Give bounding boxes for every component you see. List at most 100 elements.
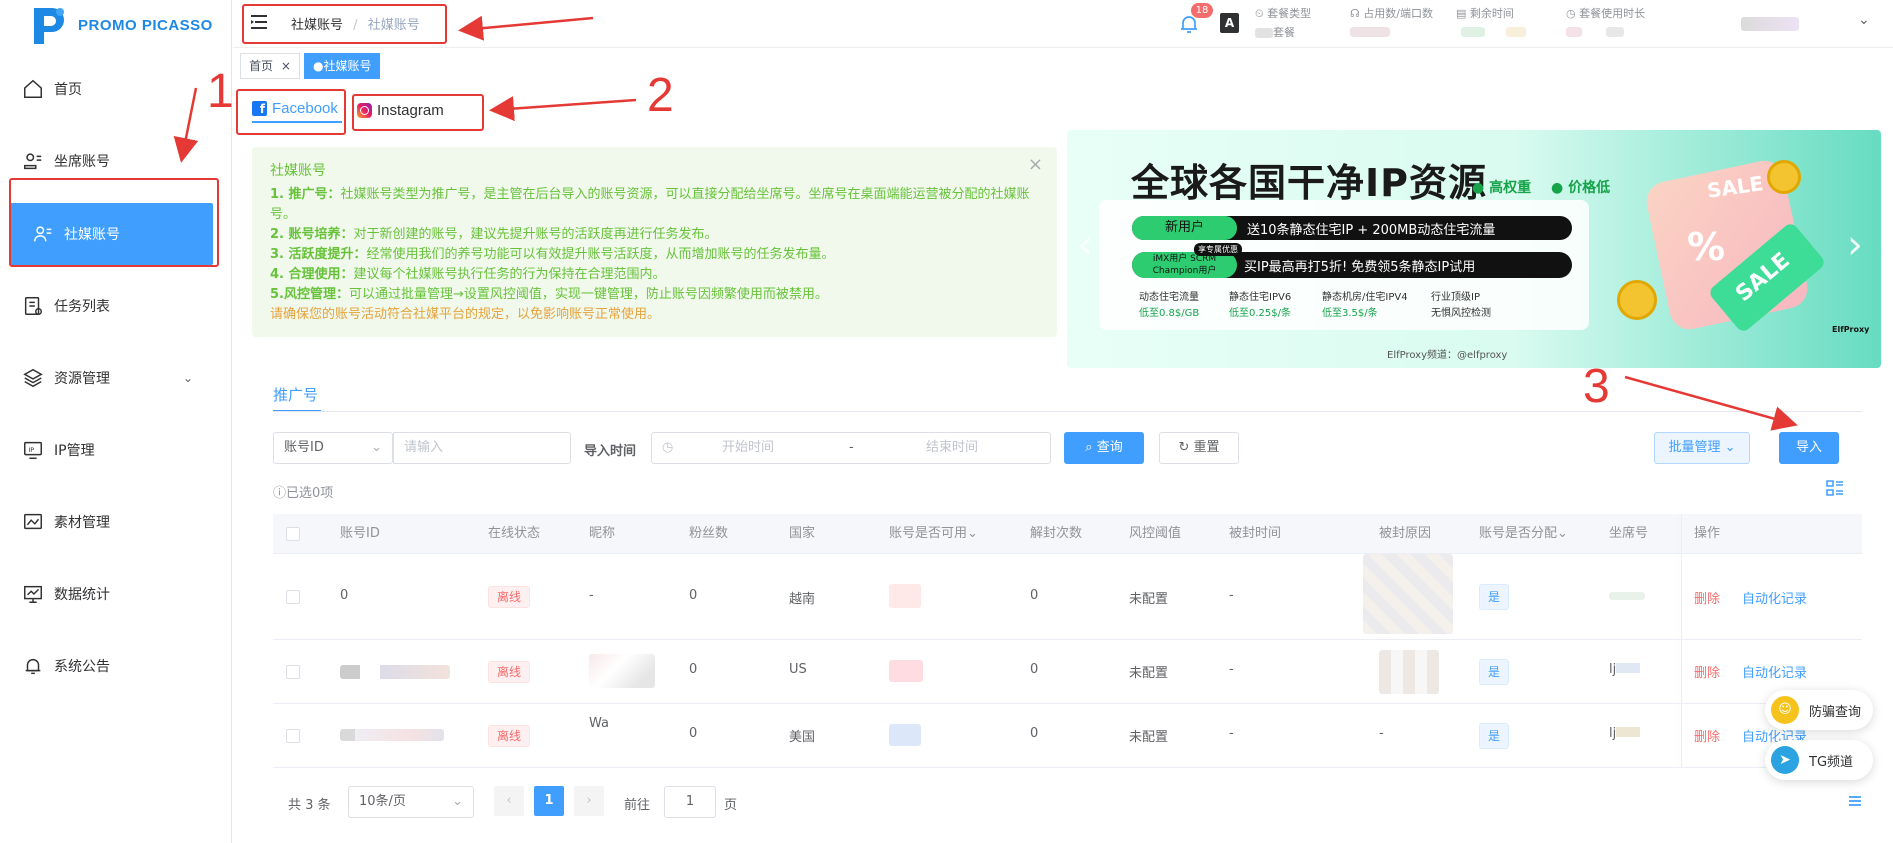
notice-line: 3. 活跃度提升：经常使用我们的养号功能可以有效提升账号活跃度，从而增加账号的任… (270, 247, 835, 262)
risk-threshold: 未配置 (1129, 730, 1169, 745)
import-time-label: 导入时间 (584, 444, 637, 459)
field-select[interactable]: 账号ID ⌄ (273, 432, 393, 464)
column-header-sortable[interactable]: 账号是否分配⌄ (1479, 514, 1568, 554)
reset-button[interactable]: ↻ 重置 (1159, 432, 1239, 464)
column-header: 解封次数 (1030, 526, 1083, 541)
sidebar-item-tasks[interactable]: 任务列表 (0, 275, 231, 337)
user-avatar[interactable] (1741, 17, 1799, 31)
chevron-down-icon: ⌄ (1724, 440, 1736, 455)
automation-log-link[interactable]: 自动化记录 (1742, 588, 1807, 607)
next-page-icon[interactable]: › (574, 786, 604, 816)
notice-warning: 请确保您的账号活动符合社媒平台的规定，以免影响账号正常使用。 (270, 307, 661, 322)
sidebar-item-label: 素材管理 (54, 515, 110, 531)
ban-reason (1379, 650, 1439, 694)
import-button[interactable]: 导入 (1779, 432, 1839, 464)
start-date-field[interactable]: 开始时间 (722, 433, 774, 463)
column-settings-icon[interactable] (1826, 479, 1844, 497)
tg-channel-button[interactable]: ➤ TG频道 (1765, 740, 1873, 780)
end-date-field[interactable]: 结束时间 (926, 433, 978, 463)
automation-log-link[interactable]: 自动化记录 (1742, 662, 1807, 681)
anti-fraud-button[interactable]: ☺ 防骗查询 (1765, 690, 1873, 730)
stat-label: 剩余时间 (1469, 7, 1514, 20)
select-value: 10条/页 (359, 794, 406, 809)
page-number-current[interactable]: 1 (534, 786, 564, 816)
close-icon[interactable]: × (281, 59, 291, 73)
calendar-icon: ▤ (1456, 7, 1467, 20)
seat-account-icon (24, 153, 42, 170)
fans-count: 0 (689, 588, 698, 603)
translate-icon[interactable]: A (1220, 13, 1239, 33)
chevron-down-icon: ⌄ (452, 794, 463, 809)
sidebar-item-label: 坐席账号 (54, 154, 110, 170)
table-row: 离线 0 US 0 未配置 - 是 lj 删除 自动化记录 (273, 640, 1862, 704)
status-badge: 离线 (488, 661, 531, 683)
column-header-sortable[interactable]: 账号是否可用⌄ (889, 514, 978, 554)
svg-text:IP: IP (28, 446, 34, 454)
assigned-badge: 是 (1479, 659, 1509, 685)
carousel-next-icon[interactable]: › (1847, 222, 1863, 268)
range-separator: - (849, 440, 854, 455)
annotation-number: 3 (1583, 360, 1610, 413)
column-header: 操作 (1694, 526, 1721, 541)
stat-label: 套餐类型 (1267, 7, 1312, 20)
table-header-row: 账号ID 在线状态 昵称 粉丝数 国家 账号是否可用⌄ 解封次数 风控阈值 被封… (273, 514, 1862, 554)
sidebar-item-home[interactable]: 首页 (0, 58, 231, 120)
fans-count: 0 (689, 726, 698, 741)
annotation-number: 2 (647, 69, 674, 122)
page-size-select[interactable]: 10条/页 ⌄ (348, 786, 474, 818)
selected-count: ⓘ已选0项 (273, 482, 333, 501)
brand-logo: ElfProxy (1832, 325, 1870, 334)
ban-reason: - (1379, 726, 1384, 741)
coin-icon (1617, 280, 1657, 320)
sidebar-item-material[interactable]: 素材管理 (0, 491, 231, 553)
bell-icon (25, 658, 41, 675)
sidebar-item-label: 任务列表 (54, 299, 110, 315)
row-checkbox[interactable] (286, 729, 300, 743)
status-badge: 离线 (488, 586, 531, 608)
column-header: 坐席号 (1609, 526, 1649, 541)
sidebar-item-stats[interactable]: 数据统计 (0, 563, 231, 625)
assigned-badge: 是 (1479, 584, 1509, 610)
sidebar-item-resources[interactable]: 资源管理 ⌄ (0, 347, 231, 409)
account-id (340, 665, 450, 679)
column-header: 昵称 (589, 526, 616, 541)
assigned-badge: 是 (1479, 723, 1509, 749)
expand-menu-icon[interactable] (1848, 794, 1862, 808)
batch-manage-button[interactable]: 批量管理 ⌄ (1654, 432, 1750, 464)
search-input[interactable]: 请输入 (393, 432, 571, 464)
column-header: 在线状态 (488, 526, 541, 541)
goto-page-input[interactable]: 1 (664, 786, 716, 818)
row-checkbox[interactable] (286, 590, 300, 604)
sidebar-item-announcement[interactable]: 系统公告 (0, 635, 231, 697)
logo: PROMO PICASSO (30, 4, 213, 46)
close-icon[interactable]: × (1028, 155, 1043, 175)
carousel-prev-icon[interactable]: ‹ (1077, 222, 1093, 268)
row-checkbox[interactable] (286, 665, 300, 679)
tag-home[interactable]: 首页 × (240, 53, 300, 79)
banner-row-new-user: 新用户 送10条静态住宅IP + 200MB动态住宅流量 (1132, 216, 1572, 240)
ban-time: - (1229, 588, 1234, 603)
tag-social-account[interactable]: ●社媒账号 (304, 53, 381, 79)
tab-promotion[interactable]: 推广号 (273, 384, 318, 405)
column-header: 账号ID (340, 526, 380, 541)
banner-price: 行业顶级IP 无惧风控检测 (1431, 292, 1491, 319)
delete-link[interactable]: 删除 (1694, 588, 1720, 607)
select-all-checkbox[interactable] (286, 527, 300, 541)
sidebar-item-ip[interactable]: IP IP管理 (0, 419, 231, 481)
notice-line: 1. 推广号：社媒账号类型为推广号，是主管在后台导入的账号资源，可以直接分配给坐… (270, 187, 1030, 222)
prev-page-icon[interactable]: ‹ (494, 786, 524, 816)
user-menu-chevron-icon[interactable]: ⌄ (1858, 12, 1870, 28)
search-button[interactable]: ⌕ 查询 (1064, 432, 1144, 464)
delete-link[interactable]: 删除 (1694, 726, 1720, 745)
promo-banner[interactable]: 全球各国干净IP资源 ● 高权重 ● 价格低 新用户 送10条静态住宅IP + … (1067, 130, 1881, 368)
banner-tag: ● 高权重 (1472, 180, 1532, 196)
delete-link[interactable]: 删除 (1694, 662, 1720, 681)
notice-line: 2. 账号培养：对于新创建的账号，建议先提升账号的活跃度再进行任务发布。 (270, 227, 718, 242)
column-header: 风控阈值 (1129, 526, 1182, 541)
nickname: Wa (589, 716, 609, 731)
date-range-picker[interactable]: ◷ 开始时间 - 结束时间 (651, 432, 1051, 464)
nickname (589, 654, 655, 688)
stat-usage-duration: ◷ 套餐使用时长 (1566, 5, 1645, 37)
info-icon: ⓘ (273, 486, 287, 501)
sidebar-item-label: 首页 (54, 82, 82, 98)
